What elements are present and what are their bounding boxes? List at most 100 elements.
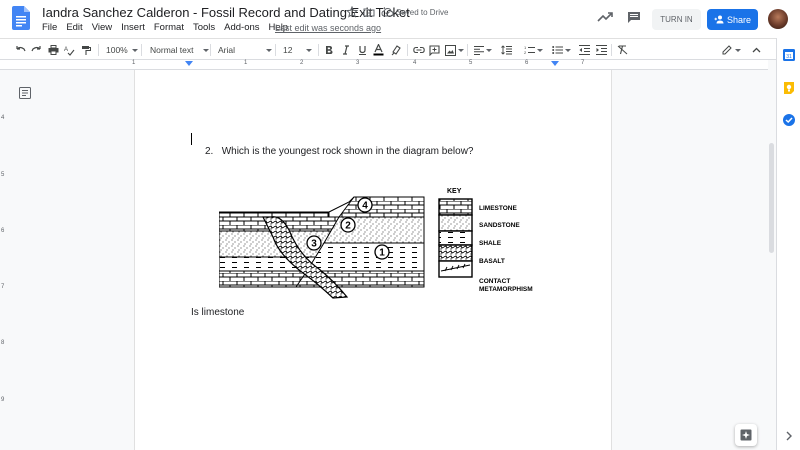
scrollbar-thumb[interactable] bbox=[769, 143, 774, 253]
horizontal-ruler[interactable]: 1 1 2 3 4 5 6 7 bbox=[0, 60, 768, 70]
menu-view[interactable]: View bbox=[92, 22, 112, 33]
turn-in-button[interactable]: TURN IN bbox=[652, 9, 701, 30]
layer-label-1: 1 bbox=[379, 248, 385, 259]
italic-button[interactable] bbox=[342, 43, 350, 57]
numbered-list-icon: 12 bbox=[524, 45, 535, 55]
insert-image-button[interactable] bbox=[445, 43, 464, 57]
toolbar-separator bbox=[318, 44, 319, 56]
vruler-number: 6 bbox=[1, 228, 5, 234]
left-indent-marker[interactable] bbox=[185, 61, 193, 66]
text-color-button[interactable] bbox=[373, 43, 384, 57]
undo-icon bbox=[16, 46, 26, 52]
keep-icon[interactable] bbox=[782, 81, 796, 95]
chevron-down-icon bbox=[458, 48, 464, 52]
bold-button[interactable] bbox=[325, 43, 333, 57]
share-label: Share bbox=[726, 14, 752, 25]
text-color-icon bbox=[373, 44, 384, 56]
move-folder-icon[interactable] bbox=[363, 6, 375, 18]
activity-dashboard-icon[interactable] bbox=[597, 11, 613, 23]
image-icon bbox=[445, 44, 456, 56]
vruler-number: 7 bbox=[1, 284, 5, 290]
menu-format[interactable]: Format bbox=[154, 22, 184, 33]
insert-comment-button[interactable] bbox=[429, 43, 440, 57]
chevron-down-icon bbox=[735, 48, 741, 52]
star-icon[interactable] bbox=[346, 6, 358, 18]
link-icon bbox=[413, 46, 425, 54]
right-indent-marker[interactable] bbox=[551, 61, 559, 66]
hide-menus-button[interactable] bbox=[752, 43, 761, 57]
numbered-list-button[interactable]: 12 bbox=[524, 43, 543, 57]
ruler-number: 4 bbox=[413, 60, 417, 66]
ruler-number: 7 bbox=[581, 60, 585, 66]
menu-addons[interactable]: Add-ons bbox=[224, 22, 259, 33]
question-number: 2. bbox=[205, 146, 214, 157]
font-value: Arial bbox=[218, 45, 236, 55]
vertical-scrollbar[interactable] bbox=[768, 60, 776, 450]
cloud-saved-icon[interactable] bbox=[381, 7, 394, 18]
tasks-icon[interactable] bbox=[782, 113, 796, 127]
key-title: KEY bbox=[447, 188, 462, 195]
explore-button[interactable] bbox=[735, 424, 757, 446]
key-label-shale: SHALE bbox=[479, 240, 502, 247]
menu-edit[interactable]: Edit bbox=[66, 22, 82, 33]
layer-label-3: 3 bbox=[311, 239, 317, 250]
document-outline-icon[interactable] bbox=[19, 87, 31, 99]
vruler-number: 4 bbox=[1, 115, 5, 121]
menu-bar: File Edit View Insert Format Tools Add-o… bbox=[42, 22, 297, 33]
undo-button[interactable] bbox=[15, 43, 26, 57]
chevron-right-icon[interactable] bbox=[782, 431, 796, 441]
decrease-indent-button[interactable] bbox=[579, 43, 590, 57]
paint-format-button[interactable] bbox=[81, 43, 91, 57]
menu-tools[interactable]: Tools bbox=[193, 22, 215, 33]
redo-button[interactable] bbox=[31, 43, 42, 57]
svg-text:2: 2 bbox=[524, 50, 527, 55]
last-edit-link[interactable]: Last edit was seconds ago bbox=[275, 23, 381, 33]
highlight-button[interactable] bbox=[391, 43, 401, 57]
toolbar-separator bbox=[141, 44, 142, 56]
print-button[interactable] bbox=[48, 43, 59, 57]
clear-formatting-icon bbox=[617, 45, 628, 55]
editing-mode-button[interactable] bbox=[722, 43, 741, 57]
redo-icon bbox=[31, 46, 41, 52]
ruler-number: 3 bbox=[356, 60, 360, 66]
layer-label-4: 4 bbox=[362, 201, 368, 212]
calendar-icon[interactable]: 31 bbox=[782, 48, 796, 62]
menu-insert[interactable]: Insert bbox=[121, 22, 145, 33]
zoom-select[interactable]: 100% bbox=[106, 43, 138, 57]
share-button[interactable]: Share bbox=[707, 9, 758, 30]
toolbar-separator bbox=[407, 44, 408, 56]
align-button[interactable] bbox=[474, 43, 492, 57]
increase-indent-icon bbox=[596, 45, 607, 55]
menu-file[interactable]: File bbox=[42, 22, 57, 33]
docs-logo-icon[interactable] bbox=[12, 6, 30, 30]
line-spacing-button[interactable] bbox=[501, 43, 512, 57]
chevron-down-icon bbox=[266, 48, 273, 52]
svg-text:31: 31 bbox=[786, 54, 792, 60]
font-size-select[interactable]: 12 bbox=[283, 43, 313, 57]
ruler-number: 5 bbox=[469, 60, 473, 66]
underline-icon bbox=[359, 45, 366, 55]
ruler-number: 2 bbox=[300, 60, 304, 66]
vertical-ruler[interactable]: 4 5 6 7 8 9 bbox=[0, 70, 10, 450]
style-select[interactable]: Normal text bbox=[150, 43, 210, 57]
comment-history-icon[interactable] bbox=[627, 11, 641, 24]
increase-indent-button[interactable] bbox=[596, 43, 607, 57]
explore-icon bbox=[740, 429, 752, 441]
vruler-number: 5 bbox=[1, 172, 5, 178]
clear-formatting-button[interactable] bbox=[617, 43, 628, 57]
document-page[interactable]: 2. Which is the youngest rock shown in t… bbox=[134, 70, 612, 450]
underline-button[interactable] bbox=[358, 43, 367, 57]
bulleted-list-button[interactable] bbox=[552, 43, 571, 57]
style-value: Normal text bbox=[150, 45, 194, 55]
font-select[interactable]: Arial bbox=[218, 43, 273, 57]
spellcheck-button[interactable]: A bbox=[64, 43, 75, 57]
account-avatar[interactable] bbox=[768, 9, 788, 29]
zoom-value: 100% bbox=[106, 45, 128, 55]
answer-text: Is limestone bbox=[191, 307, 245, 318]
chevron-down-icon bbox=[131, 48, 138, 52]
insert-link-button[interactable] bbox=[413, 43, 425, 57]
question-text: Which is the youngest rock shown in the … bbox=[221, 146, 474, 157]
key-label-contact: CONTACT bbox=[479, 278, 510, 285]
side-panel: 31 bbox=[776, 38, 800, 450]
rock-layers-diagram[interactable]: 4 2 3 1 KEY LIMESTONE SANDSTONE SHALE BA… bbox=[219, 185, 539, 303]
